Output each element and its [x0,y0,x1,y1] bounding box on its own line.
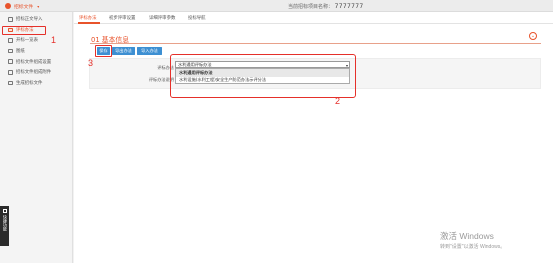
import-method-button[interactable]: 导入办法 [137,47,162,55]
sidebar-item-generate-file[interactable]: 生成招标文件 [0,78,72,89]
annotation-number-1: 1 [51,35,57,45]
project-name: 7777777 [334,3,364,10]
annotation-number-3: 3 [88,58,94,68]
sidebar-item-label: 评标办法 [16,27,34,33]
save-button[interactable]: 保存 [97,47,110,55]
sidebar-item-composition-attachments[interactable]: 招标文件组成附件 [0,67,72,78]
method-label: 评标办法 [157,65,174,70]
app-logo-icon [5,3,11,9]
table-icon [8,38,13,43]
section-divider [90,43,541,44]
select-value: 水利通用评标办法 [178,61,212,67]
method-description-label: 评标办法说明 [148,77,174,82]
sidebar-item-label: 图纸 [16,49,25,55]
tab-evaluation-method[interactable]: 评标办法 [79,15,97,21]
sidebar-item-label: 生成招标文件 [16,80,43,86]
attachment-icon [8,70,13,75]
drawing-icon [8,48,13,54]
app-menu[interactable]: 招标文件 ▾ [0,0,73,12]
app-menu-label: 招标文件 [14,4,34,10]
settings-icon [8,59,13,64]
sidebar-item-drawings[interactable]: 图纸 [0,46,72,57]
main-content: 评标办法 初步评审设置 详细评审参数 投标导航 01 基本信息 ⌄ 保存 导出办… [74,12,553,263]
windows-activation-watermark: 激活 Windows 转到"设置"以激活 Windows。 [440,230,505,250]
export-method-button[interactable]: 导出办法 [112,47,135,55]
grid-icon [2,209,7,213]
tab-detailed-review[interactable]: 详细评审参数 [149,15,175,21]
dropdown-option[interactable]: 水利通用评标办法 [176,69,349,77]
annotation-number-2: 2 [335,96,341,106]
tab-bid-navigation[interactable]: 投标导航 [188,15,206,21]
sidebar-item-label: 招标文件组成附件 [16,70,52,76]
sidebar-item-label: 招标文件组成设置 [16,59,52,65]
chevron-down-icon: ▾ [345,62,348,68]
evaluation-method-dropdown: 水利通用评标办法 水利设施(水利工程)安全生产防范办法示评分法 [175,68,350,84]
tab-preliminary-review[interactable]: 初步评审设置 [109,15,135,21]
sidebar-item-composition-settings[interactable]: 招标文件组成设置 [0,56,72,67]
sidebar-item-text-import[interactable]: 招标正文导入 [0,14,72,25]
evaluation-method-select[interactable]: 水利通用评标办法 ▾ [175,61,350,68]
watermark-subtitle: 转到"设置"以激活 Windows。 [440,244,506,250]
top-bar: 招标文件 ▾ 当前招标项目名称： 7777777 [0,0,553,12]
dropdown-option[interactable]: 水利设施(水利工程)安全生产防范办法示评分法 [176,77,349,85]
generate-file-icon [8,80,13,86]
evaluation-icon [8,27,13,33]
sidebar-item-label: 招标正文导入 [16,17,43,23]
watermark-title: 激活 Windows [440,231,494,241]
project-label: 当前招标项目名称： [288,4,334,10]
chevron-down-icon: ▾ [37,3,40,9]
project-info: 当前招标项目名称： 7777777 [288,3,363,10]
sidebar-item-evaluation-method[interactable]: 评标办法 [0,25,72,36]
active-tab-indicator [78,22,100,24]
quick-functions-tab[interactable]: 快捷功能 [0,206,9,246]
sidebar-item-bid-opening-table[interactable]: 开标一览表 [0,35,72,46]
tab-bar: 评标办法 初步评审设置 详细评审参数 投标导航 [74,12,553,24]
sidebar-item-label: 开标一览表 [16,38,38,44]
document-icon [8,17,13,22]
collapse-icon[interactable]: ⌄ [529,32,537,40]
quick-functions-label: 快捷功能 [2,215,8,231]
sidebar: 招标正文导入 评标办法 开标一览表 图纸 招标文件组成设置 招标文件组成附件 生… [0,12,73,263]
